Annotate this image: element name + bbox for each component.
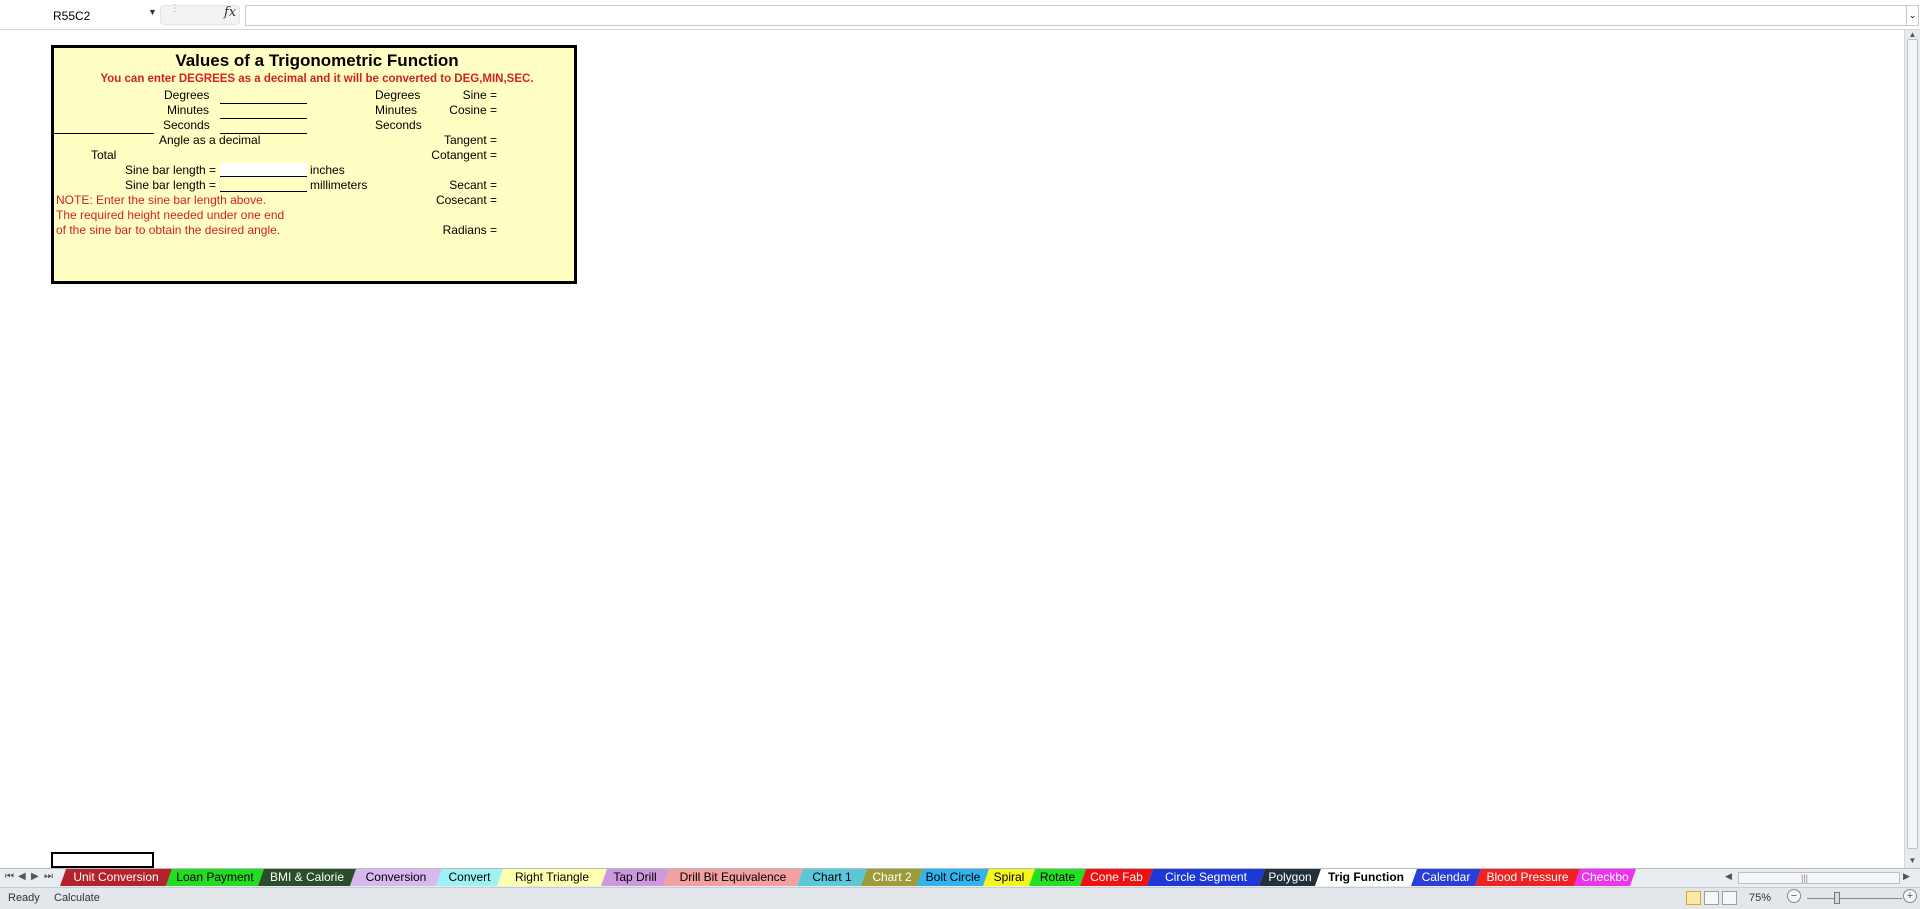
cosecant-label: Cosecant = [435, 193, 497, 207]
scroll-right-icon[interactable]: ▶ [1903, 871, 1910, 882]
name-box-value: R55C2 [53, 9, 91, 23]
sheet-tab-drill-bit-equivalence[interactable]: Drill Bit Equivalence [663, 869, 803, 886]
prev-sheet-icon[interactable]: ◀ [18, 871, 26, 882]
name-box[interactable]: R55C2 ▼ [2, 4, 158, 25]
sheet-tab-right-triangle[interactable]: Right Triangle [497, 869, 607, 886]
grip-icon: ⋮ [170, 3, 180, 14]
zoom-slider-thumb[interactable] [1834, 892, 1840, 904]
sheet-tab-convert[interactable]: Convert [436, 869, 503, 886]
panel-subtitle: You can enter DEGREES as a decimal and i… [100, 73, 534, 85]
last-sheet-icon[interactable]: ⏭ [44, 871, 53, 882]
scroll-down-icon[interactable]: ▼ [1907, 856, 1918, 866]
vertical-scrollbar[interactable]: ▲ ▼ [1904, 30, 1920, 868]
seconds-input[interactable] [220, 120, 307, 134]
sheet-tab-polygon[interactable]: Polygon [1259, 869, 1321, 886]
sheet-tab-chart-1[interactable]: Chart 1 [797, 869, 867, 886]
sheet-tab-circle-segment[interactable]: Circle Segment [1147, 869, 1265, 886]
zoom-in-icon[interactable]: + [1903, 889, 1917, 903]
sine-bar-mm-output [220, 178, 307, 192]
page-layout-view-icon[interactable] [1704, 891, 1719, 905]
page-break-view-icon[interactable] [1722, 891, 1737, 905]
sheet-tab-rotate[interactable]: Rotate [1029, 869, 1086, 886]
sheet-tab-blood-pressure[interactable]: Blood Pressure [1475, 869, 1580, 886]
sheet-tab-spiral[interactable]: Spiral [983, 869, 1035, 886]
note-line-2: The required height needed under one end [56, 208, 285, 222]
status-calculate[interactable]: Calculate [54, 892, 100, 904]
insert-function-icon[interactable]: 𝑓x [224, 5, 236, 20]
sheet-tab-trig-function[interactable]: Trig Function [1315, 869, 1417, 886]
degrees-label: Degrees [164, 88, 210, 102]
sheet-tab-bolt-circle[interactable]: Bolt Circle [917, 869, 989, 886]
status-ready: Ready [8, 892, 40, 904]
seconds-result-label: Seconds [375, 118, 422, 132]
sheet-tab-tap-drill[interactable]: Tap Drill [601, 869, 669, 886]
note-line-1: NOTE: Enter the sine bar length above. [56, 193, 267, 207]
selected-cell[interactable] [51, 852, 154, 868]
seconds-label: Seconds [163, 118, 210, 132]
secant-label: Secant = [449, 178, 497, 192]
degrees-input[interactable] [220, 90, 307, 104]
zoom-out-icon[interactable]: − [1787, 889, 1801, 903]
minutes-label: Minutes [167, 103, 210, 117]
sheet-tab-checkbo[interactable]: Checkbo [1574, 869, 1636, 886]
sheet-tab-bmi-calorie[interactable]: BMI & Calorie [258, 869, 356, 886]
vertical-scroll-thumb[interactable] [1907, 39, 1918, 849]
note-line-3: of the sine bar to obtain the desired an… [56, 223, 281, 237]
sheet-tab-unit-conversion[interactable]: Unit Conversion [60, 869, 172, 886]
sheet-tab-cone-fab[interactable]: Cone Fab [1080, 869, 1153, 886]
sine-label: Sine = [462, 88, 497, 102]
zoom-level[interactable]: 75% [1749, 892, 1771, 904]
normal-view-icon[interactable] [1686, 891, 1701, 905]
total-label: Total [91, 148, 117, 162]
inches-unit: inches [310, 163, 345, 177]
scroll-grip-icon[interactable]: ||| [1801, 873, 1808, 883]
trig-function-panel: Values of a Trigonometric Function You c… [51, 45, 577, 284]
cotangent-label: Cotangent = [431, 148, 497, 162]
decimal-degrees-input[interactable] [54, 120, 154, 134]
minutes-input[interactable] [220, 105, 307, 119]
scroll-left-icon[interactable]: ◀ [1725, 871, 1732, 882]
tangent-label: Tangent = [443, 133, 497, 147]
sine-bar-label-inches: Sine bar length = [125, 163, 217, 177]
sheet-tab-chart-2[interactable]: Chart 2 [861, 869, 923, 886]
zoom-slider[interactable] [1807, 898, 1902, 899]
millimeters-unit: millimeters [310, 178, 368, 192]
sheet-tab-conversion[interactable]: Conversion [350, 869, 442, 886]
expand-formula-bar-icon[interactable]: ⌄ [1906, 5, 1919, 26]
angle-decimal-label: Angle as a decimal [159, 133, 261, 147]
first-sheet-icon[interactable]: ⏮ [5, 871, 14, 882]
status-bar: Ready Calculate 75% − + [0, 887, 1920, 909]
name-box-dropdown-icon[interactable]: ▼ [148, 7, 157, 17]
formula-input[interactable] [245, 5, 1907, 26]
sheet-tab-loan-payment[interactable]: Loan Payment [166, 869, 264, 886]
panel-title: Values of a Trigonometric Function [175, 51, 459, 70]
cosine-label: Cosine = [449, 103, 497, 117]
next-sheet-icon[interactable]: ▶ [31, 871, 39, 882]
formula-bar: R55C2 ▼ ⋮ 𝑓x ⌄ [0, 0, 1920, 30]
sine-bar-inches-input[interactable] [220, 163, 307, 177]
sheet-tab-calendar[interactable]: Calendar [1411, 869, 1481, 886]
sheet-tabs-bar: ⏮ ◀ ▶ ⏭ Unit Conversion Loan Payment BMI &… [0, 868, 1920, 887]
sine-bar-label-mm: Sine bar length = [125, 178, 217, 192]
radians-label: Radians = [442, 223, 497, 237]
horizontal-scrollbar[interactable]: ||| [1738, 872, 1900, 884]
